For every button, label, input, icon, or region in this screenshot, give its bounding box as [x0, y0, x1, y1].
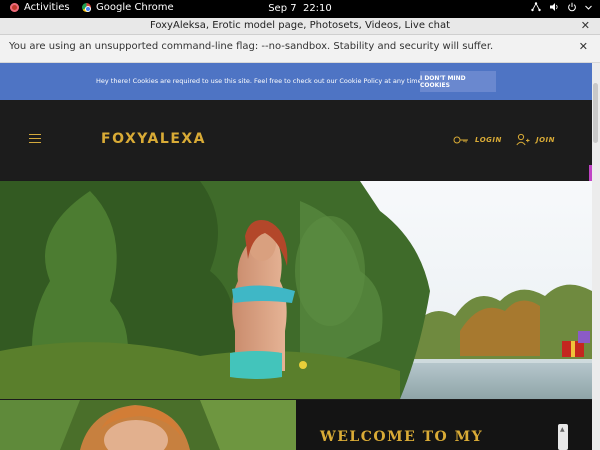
hero-image[interactable] [0, 181, 592, 399]
infobar-message: You are using an unsupported command-lin… [9, 41, 494, 52]
login-label: LOGIN [475, 136, 502, 144]
join-label: JOIN [536, 135, 556, 144]
window-close-icon[interactable]: ✕ [581, 19, 590, 32]
system-top-bar: Activities Google Chrome Sep 7 22:10 [0, 0, 600, 18]
clock[interactable]: Sep 7 22:10 [0, 3, 600, 14]
site-logo[interactable]: FOXYALEXA [101, 131, 206, 147]
unsupported-flag-infobar: You are using an unsupported command-lin… [0, 35, 600, 63]
system-tray[interactable] [531, 2, 592, 12]
scroll-up-icon[interactable]: ▲ [560, 426, 565, 433]
add-user-icon [516, 133, 530, 146]
thumbnail-photo[interactable] [0, 400, 296, 450]
volume-icon [550, 3, 558, 11]
cookie-banner: Hey there! Cookies are required to use t… [0, 63, 592, 100]
inner-scrollbar[interactable]: ▲ [558, 424, 568, 450]
hamburger-menu-icon[interactable] [29, 134, 41, 146]
clock-time: 22:10 [302, 3, 332, 14]
page-scrollbar[interactable] [592, 63, 600, 450]
accept-cookies-button[interactable]: I DON'T MIND COOKIES [420, 71, 496, 92]
window-title: FoxyAleksa, Erotic model page, Photosets… [149, 20, 451, 31]
site-header: FOXYALEXA [0, 100, 592, 180]
network-icon [531, 2, 541, 12]
chevron-down-icon [585, 5, 592, 10]
cookie-message: Hey there! Cookies are required to use t… [96, 77, 424, 85]
welcome-heading: WELCOME TO MY [320, 429, 484, 445]
window-titlebar: FoxyAleksa, Erotic model page, Photosets… [0, 18, 600, 35]
power-icon [568, 2, 576, 12]
welcome-panel: WELCOME TO MY [296, 400, 592, 450]
key-icon [453, 136, 468, 144]
clock-date: Sep 7 [268, 3, 297, 14]
join-link[interactable]: JOIN [516, 133, 555, 146]
infobar-close-icon[interactable]: ✕ [579, 40, 588, 53]
login-link[interactable]: LOGIN [453, 135, 502, 145]
scrollbar-thumb[interactable] [593, 83, 598, 143]
